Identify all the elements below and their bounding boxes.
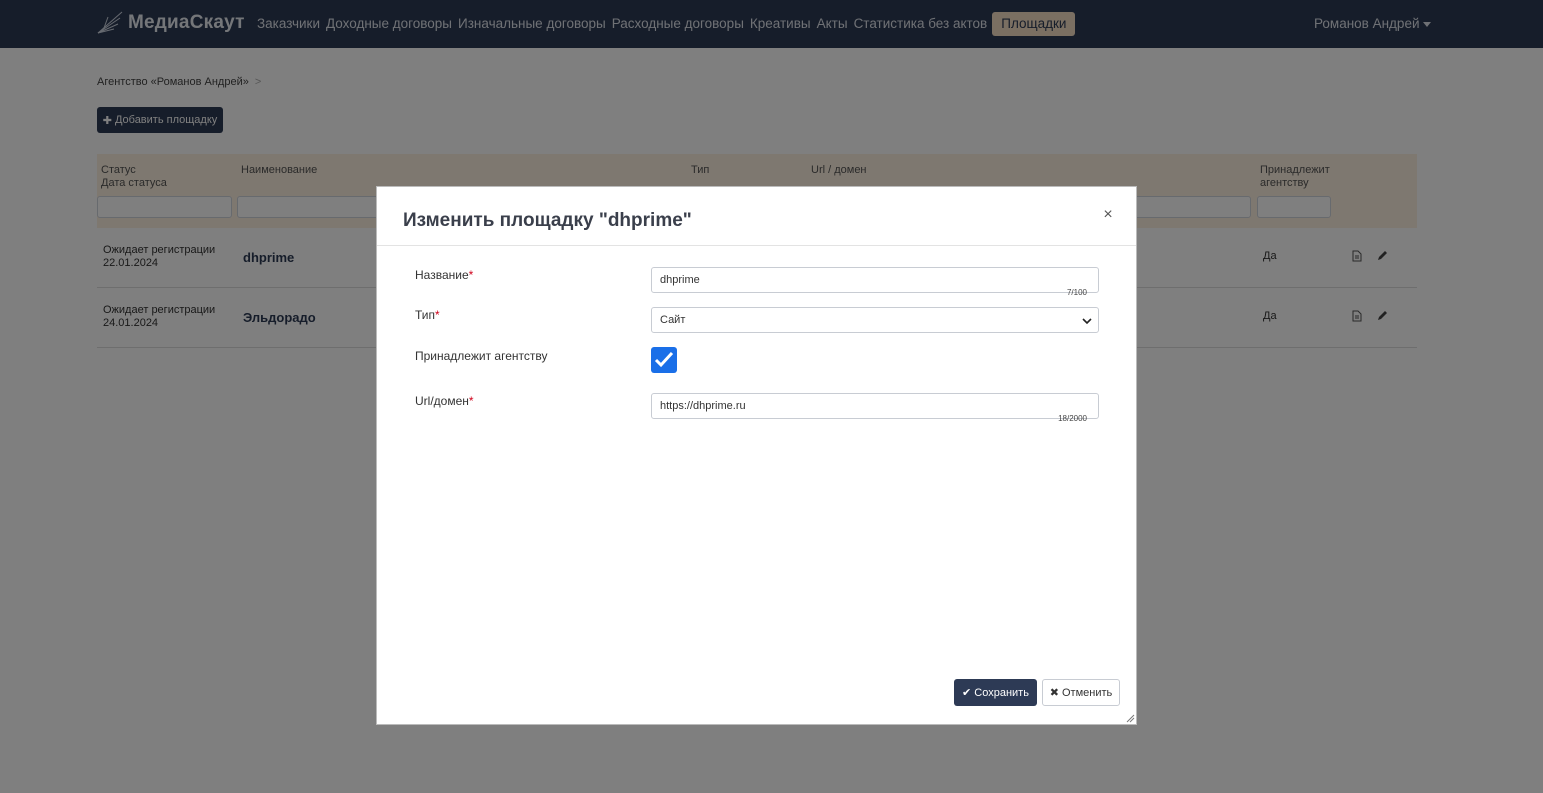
save-button[interactable]: ✔ Сохранить [954,679,1037,706]
url-field-label: Url/домен* [415,394,474,408]
required-mark: * [468,394,474,408]
type-label-text: Тип [415,308,436,322]
belongs-checkbox[interactable] [651,347,677,373]
name-char-counter: 7/100 [1066,288,1087,297]
save-button-label: Сохранить [974,686,1029,699]
close-icon[interactable]: × [1101,207,1115,223]
required-mark: * [468,268,474,282]
url-char-counter: 18/2000 [1058,414,1087,423]
url-label-text: Url/домен [415,394,469,408]
cancel-button[interactable]: ✖ Отменить [1042,679,1120,706]
type-select[interactable]: Сайт [651,307,1099,333]
belongs-field-label: Принадлежит агентству [415,349,548,363]
cancel-button-label: Отменить [1061,686,1113,699]
name-field-label: Название* [415,268,473,282]
type-field-label: Тип* [415,308,440,322]
type-select-value: Сайт [660,314,686,326]
url-field-value: https://dhprime.ru [660,400,746,412]
required-mark: * [435,308,440,322]
dialog-divider [377,245,1136,246]
edit-platform-dialog: Изменить площадку "dhprime" × Название* … [376,186,1137,725]
check-icon: ✔ [962,687,972,699]
x-icon: ✖ [1049,687,1059,699]
dialog-title: Изменить площадку "dhprime" [403,210,692,231]
chevron-down-icon [1082,318,1092,325]
checkmark-icon [654,351,674,368]
name-field-value: dhprime [660,274,700,286]
resize-grip-icon[interactable] [1125,713,1135,723]
name-label-text: Название [415,268,469,282]
